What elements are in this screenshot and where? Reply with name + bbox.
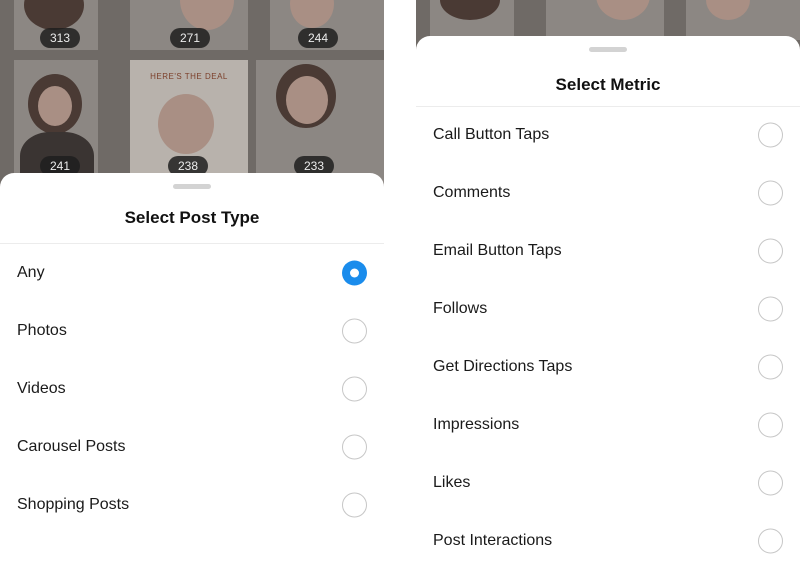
option-post-interactions[interactable]: Post Interactions: [416, 512, 800, 570]
post-count-badge: 244: [298, 28, 339, 48]
sheet-title: Select Post Type: [124, 208, 260, 227]
radio-unselected-icon[interactable]: [758, 528, 783, 554]
option-email-button-taps[interactable]: Email Button Taps: [416, 222, 800, 280]
option-label: Any: [17, 264, 45, 281]
radio-unselected-icon[interactable]: [758, 122, 783, 148]
metric-sheet: Select Metric Call Button Taps Comments …: [416, 36, 800, 582]
banner-text: HERE'S THE DEAL: [150, 72, 228, 81]
option-label: Post Interactions: [433, 532, 553, 549]
option-label: Impressions: [433, 416, 520, 433]
option-label: Videos: [17, 380, 66, 397]
metric-screen: Select Metric Call Button Taps Comments …: [416, 0, 800, 582]
sheet-grabber[interactable]: [173, 184, 211, 189]
radio-unselected-icon[interactable]: [758, 470, 783, 496]
radio-unselected-icon[interactable]: [342, 434, 367, 460]
option-follows[interactable]: Follows: [416, 280, 800, 338]
post-thumbnail[interactable]: 313: [14, 0, 98, 50]
option-label: Shopping Posts: [17, 496, 130, 513]
option-carousel-posts[interactable]: Carousel Posts: [0, 418, 384, 476]
post-type-sheet: Select Post Type Any Photos Videos Carou…: [0, 173, 384, 582]
option-get-directions-taps[interactable]: Get Directions Taps: [416, 338, 800, 396]
post-grid-background: 313 271 244 241 HERE'S THE DEAL 238 233: [0, 0, 384, 190]
post-thumbnail[interactable]: 244: [270, 0, 384, 50]
post-thumbnail[interactable]: HERE'S THE DEAL 238: [130, 60, 248, 190]
option-shopping-posts[interactable]: Shopping Posts: [0, 476, 384, 534]
option-comments[interactable]: Comments: [416, 164, 800, 222]
post-thumbnail[interactable]: 241: [14, 60, 98, 190]
option-photos[interactable]: Photos: [0, 302, 384, 360]
option-label: Photos: [17, 322, 67, 339]
radio-selected-icon[interactable]: [342, 260, 367, 286]
option-label: Likes: [433, 474, 471, 491]
option-label: Comments: [433, 184, 511, 201]
sheet-grabber[interactable]: [589, 47, 627, 52]
post-type-screen: 313 271 244 241 HERE'S THE DEAL 238 233: [0, 0, 384, 582]
option-label: Carousel Posts: [17, 438, 126, 455]
option-label: Get Directions Taps: [433, 358, 573, 375]
option-label: Follows: [433, 300, 488, 317]
radio-unselected-icon[interactable]: [342, 492, 367, 518]
option-label: Email Button Taps: [433, 242, 562, 259]
post-count-badge: 271: [170, 28, 211, 48]
post-thumbnail[interactable]: [430, 0, 514, 40]
radio-unselected-icon[interactable]: [758, 238, 783, 264]
radio-unselected-icon[interactable]: [758, 180, 783, 206]
radio-unselected-icon[interactable]: [758, 412, 783, 438]
option-call-button-taps[interactable]: Call Button Taps: [416, 106, 800, 164]
option-impressions[interactable]: Impressions: [416, 396, 800, 454]
radio-unselected-icon[interactable]: [758, 296, 783, 322]
post-thumbnail[interactable]: [546, 0, 664, 40]
option-likes[interactable]: Likes: [416, 454, 800, 512]
option-any[interactable]: Any: [0, 244, 384, 302]
radio-unselected-icon[interactable]: [342, 376, 367, 402]
option-videos[interactable]: Videos: [0, 360, 384, 418]
post-thumbnail[interactable]: [686, 0, 800, 40]
post-thumbnail[interactable]: 271: [130, 0, 248, 50]
post-thumbnail[interactable]: 233: [256, 60, 384, 190]
radio-unselected-icon[interactable]: [342, 318, 367, 344]
radio-unselected-icon[interactable]: [758, 354, 783, 380]
post-count-badge: 313: [40, 28, 81, 48]
sheet-title: Select Metric: [555, 75, 661, 94]
option-label: Call Button Taps: [433, 126, 550, 143]
